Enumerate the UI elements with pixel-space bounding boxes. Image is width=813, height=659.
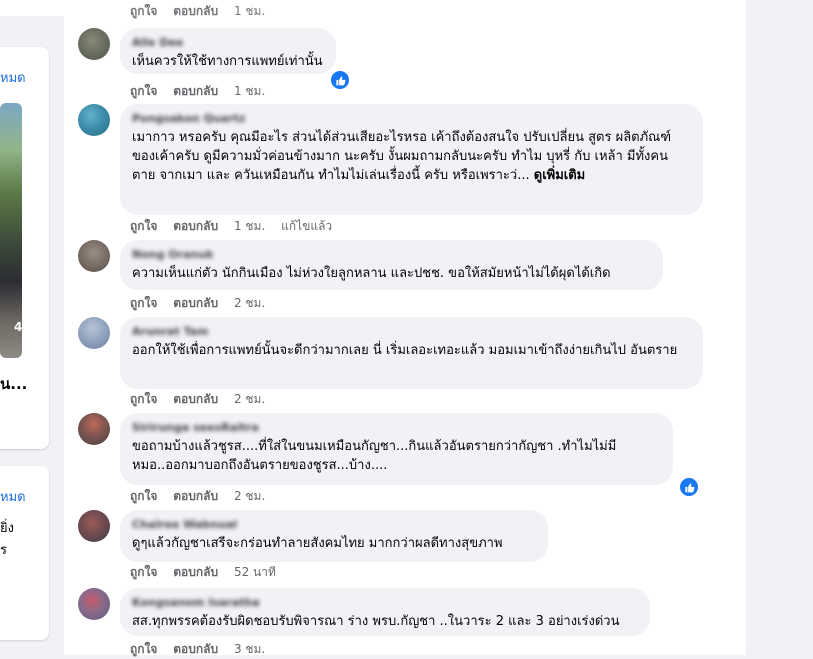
comment-time[interactable]: 2 ชม. [234, 489, 265, 503]
see-all-link[interactable]: หมด [0, 67, 26, 88]
card-text-line: ยิ่ง [0, 521, 14, 536]
comment-bubble: Kongsanom Isaratha สส.ทุกพรรคต้องรับผิดช… [120, 588, 650, 636]
comment-author[interactable]: Pongsakon Quartz [132, 112, 691, 126]
comment-text-body: เมากาว หรอครับ คุณมีอะไร ส่วนได้ส่วนเสีย… [132, 130, 672, 183]
like-reaction-icon[interactable] [329, 69, 351, 91]
comment-time[interactable]: 1 ชม. [234, 84, 265, 98]
comment-actions: ถูกใจ ตอบกลับ 1 ชม. [52, 82, 265, 101]
comment-author[interactable]: Sirirunga seesRaitra [132, 421, 661, 435]
reply-link[interactable]: ตอบกลับ [173, 219, 218, 233]
comment-actions: ถูกใจ ตอบกลับ 52 นาที [52, 563, 276, 582]
avatar[interactable] [78, 588, 110, 620]
comment-actions: ถูกใจ ตอบกลับ 2 ชม. [52, 294, 265, 313]
comment-time[interactable]: 52 นาที [234, 565, 276, 579]
left-news-card: หมด 4 น... [0, 47, 49, 449]
comment-author[interactable]: Nong Oranuk [132, 248, 651, 262]
comment-actions-partial: ถูกใจ ตอบกลับ 1 ชม. [130, 2, 277, 21]
reply-link[interactable]: ตอบกลับ [173, 392, 218, 406]
like-link[interactable]: ถูกใจ [130, 565, 157, 579]
reply-link[interactable]: ตอบกลับ [173, 642, 218, 656]
avatar[interactable] [78, 413, 110, 445]
card-text-line: ร [0, 543, 7, 558]
comment-actions: ถูกใจ ตอบกลับ 1 ชม. แก้ไขแล้ว [52, 217, 332, 236]
left-secondary-card: หมด ยิ่ง ร [0, 466, 49, 640]
news-title[interactable]: น... [0, 372, 27, 396]
comment-text: ความเห็นแก่ตัว นักกินเมือง ไม่ห่วงใยลูกห… [132, 266, 611, 281]
comment-text: ขอถามบ้างแล้วชูรส....ที่ใส่ในขนมเหมือนกั… [132, 439, 617, 473]
image-count: 4 [14, 320, 23, 334]
reply-link[interactable]: ตอบกลับ [173, 296, 218, 310]
comment-bubble: Nong Oranuk ความเห็นแก่ตัว นักกินเมือง ไ… [120, 240, 663, 290]
avatar[interactable] [78, 510, 110, 542]
comment-author[interactable]: Alle Dee [132, 36, 324, 50]
comment-author[interactable]: Kongsanom Isaratha [132, 596, 638, 610]
comment-text: ดูๆแล้วกัญชาเสรีจะกร่อนทำลายสังคมไทย มาก… [132, 536, 503, 551]
comment-text: ออกให้ใช้เพื่อการแพทย์นั้นจะดีกว่ามากเลย… [132, 343, 678, 358]
like-link[interactable]: ถูกใจ [130, 219, 157, 233]
avatar[interactable] [78, 240, 110, 272]
avatar[interactable] [78, 104, 110, 136]
comment-text: เห็นควรให้ใช้ทางการแพทย์เท่านั้น [132, 54, 323, 69]
like-link[interactable]: ถูกใจ [130, 642, 157, 656]
avatar[interactable] [78, 317, 110, 349]
reply-link[interactable]: ตอบกลับ [173, 565, 218, 579]
comment-text: เมากาว หรอครับ คุณมีอะไร ส่วนได้ส่วนเสีย… [132, 128, 691, 185]
reply-link[interactable]: ตอบกลับ [173, 84, 218, 98]
comment-actions: ถูกใจ ตอบกลับ 2 ชม. [52, 487, 265, 506]
comment-bubble: Sirirunga seesRaitra ขอถามบ้างแล้วชูรส..… [120, 413, 673, 485]
right-column [746, 0, 813, 655]
comment-author[interactable]: Chalree Wabnual [132, 518, 536, 532]
comment-bubble: Arunrat Tam ออกให้ใช้เพื่อการแพทย์นั้นจะ… [120, 317, 703, 389]
reply-link[interactable]: ตอบกลับ [173, 489, 218, 503]
like-link[interactable]: ถูกใจ [130, 392, 157, 406]
comment-text: สส.ทุกพรรคต้องรับผิดชอบรับพิจารณา ร่าง พ… [132, 614, 620, 629]
comment-actions: ถูกใจ ตอบกลับ 3 ชม. [52, 640, 265, 659]
comment-time[interactable]: 3 ชม. [234, 642, 265, 656]
comment-author[interactable]: Arunrat Tam [132, 325, 691, 339]
comment-bubble: Chalree Wabnual ดูๆแล้วกัญชาเสรีจะกร่อนท… [120, 510, 548, 562]
see-all-link[interactable]: หมด [0, 486, 26, 507]
comment-time[interactable]: 2 ชม. [234, 392, 265, 406]
reply-link[interactable]: ตอบกลับ [173, 4, 218, 18]
comment-actions: ถูกใจ ตอบกลับ 2 ชม. [52, 390, 265, 409]
comment-bubble: Alle Dee เห็นควรให้ใช้ทางการแพทย์เท่านั้… [120, 28, 336, 74]
like-link[interactable]: ถูกใจ [130, 296, 157, 310]
comment-time[interactable]: 2 ชม. [234, 296, 265, 310]
like-link[interactable]: ถูกใจ [130, 84, 157, 98]
like-link[interactable]: ถูกใจ [130, 489, 157, 503]
avatar[interactable] [78, 28, 110, 60]
comment-bubble: Pongsakon Quartz เมากาว หรอครับ คุณมีอะไ… [120, 104, 703, 215]
see-more-link[interactable]: ดูเพิ่มเติม [534, 168, 585, 183]
comment-time[interactable]: 1 ชม. [234, 4, 265, 18]
like-link[interactable]: ถูกใจ [130, 4, 157, 18]
edited-label[interactable]: แก้ไขแล้ว [281, 219, 332, 233]
comment-time[interactable]: 1 ชม. [234, 219, 265, 233]
like-reaction-icon[interactable] [678, 476, 700, 498]
